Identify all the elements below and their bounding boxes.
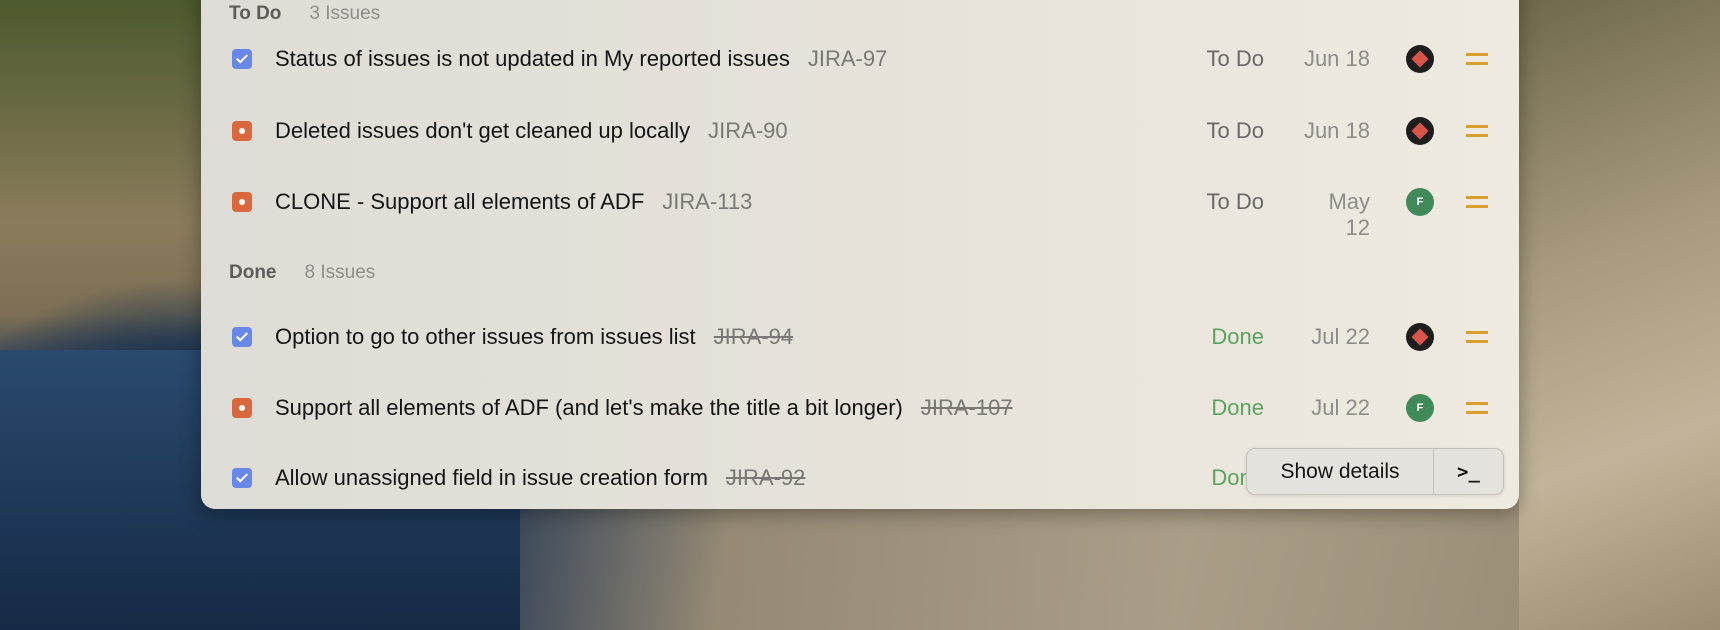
bug-type-icon xyxy=(232,398,252,418)
issue-row[interactable]: Status of issues is not updated in My re… xyxy=(201,39,1519,79)
issue-title: Support all elements of ADF (and let's m… xyxy=(275,395,1013,421)
issue-row[interactable]: Option to go to other issues from issues… xyxy=(201,317,1519,357)
issue-title-text: Option to go to other issues from issues… xyxy=(275,324,696,349)
assignee-avatar xyxy=(1406,45,1434,73)
section-header-todo: To Do 3 Issues xyxy=(229,3,380,25)
task-type-icon xyxy=(232,327,252,347)
bug-type-icon xyxy=(232,121,252,141)
issue-title-text: Deleted issues don't get cleaned up loca… xyxy=(275,118,691,143)
issue-status: To Do xyxy=(1206,118,1264,143)
wallpaper-cliff xyxy=(1519,0,1720,630)
priority-medium-icon xyxy=(1466,125,1488,137)
issue-date: Jun 18 xyxy=(1303,118,1370,143)
issue-title-text: Support all elements of ADF (and let's m… xyxy=(275,395,903,420)
issue-key: JIRA-107 xyxy=(920,395,1013,420)
issue-title: Allow unassigned field in issue creation… xyxy=(275,465,805,491)
issue-date: Jul 22 xyxy=(1311,324,1370,349)
issue-title: Option to go to other issues from issues… xyxy=(275,324,793,350)
assignee-avatar xyxy=(1406,117,1434,145)
issue-key: JIRA-97 xyxy=(807,46,888,71)
assignee-avatar xyxy=(1406,323,1434,351)
issue-date: May 12 xyxy=(1328,189,1370,240)
section-name: To Do xyxy=(229,3,282,24)
priority-medium-icon xyxy=(1466,402,1488,414)
issue-row[interactable]: Deleted issues don't get cleaned up loca… xyxy=(201,111,1519,151)
show-details-button[interactable]: Show details xyxy=(1247,449,1434,494)
section-count: 3 Issues xyxy=(309,3,381,24)
priority-medium-icon xyxy=(1466,53,1488,65)
terminal-icon[interactable]: >_ xyxy=(1434,449,1503,494)
issue-title: CLONE - Support all elements of ADF JIRA-… xyxy=(275,189,752,215)
issues-list-window: To Do 3 Issues Status of issues is not up… xyxy=(201,0,1519,509)
section-header-done: Done 8 Issues xyxy=(229,262,375,284)
issue-status: Done xyxy=(1211,324,1264,349)
issue-row[interactable]: Support all elements of ADF (and let's m… xyxy=(201,388,1519,428)
issue-row[interactable]: CLONE - Support all elements of ADF JIRA-… xyxy=(201,182,1519,240)
issue-key: JIRA-92 xyxy=(725,465,806,490)
issue-title-text: Allow unassigned field in issue creation… xyxy=(275,465,708,490)
action-bar: Show details >_ xyxy=(1246,448,1504,495)
bug-type-icon xyxy=(232,192,252,212)
section-count: 8 Issues xyxy=(304,262,376,283)
task-type-icon xyxy=(232,468,252,488)
issue-status: To Do xyxy=(1206,189,1264,214)
issue-status: Done xyxy=(1211,395,1264,420)
assignee-avatar: F xyxy=(1406,188,1434,216)
issue-date: Jul 22 xyxy=(1311,395,1370,420)
issue-key: JIRA-94 xyxy=(713,324,794,349)
issue-title-text: Status of issues is not updated in My re… xyxy=(275,46,790,71)
issue-date: Jun 18 xyxy=(1303,46,1370,71)
task-type-icon xyxy=(232,49,252,69)
issue-title: Deleted issues don't get cleaned up loca… xyxy=(275,118,788,144)
issue-key: JIRA-113 xyxy=(662,189,753,214)
issue-title-text: CLONE - Support all elements of ADF xyxy=(275,189,645,214)
issue-key: JIRA-90 xyxy=(708,118,788,143)
issue-title: Status of issues is not updated in My re… xyxy=(275,46,887,72)
assignee-avatar: F xyxy=(1406,394,1434,422)
section-name: Done xyxy=(229,262,277,283)
issue-status: To Do xyxy=(1206,46,1264,71)
priority-medium-icon xyxy=(1466,331,1488,343)
priority-medium-icon xyxy=(1466,196,1488,208)
